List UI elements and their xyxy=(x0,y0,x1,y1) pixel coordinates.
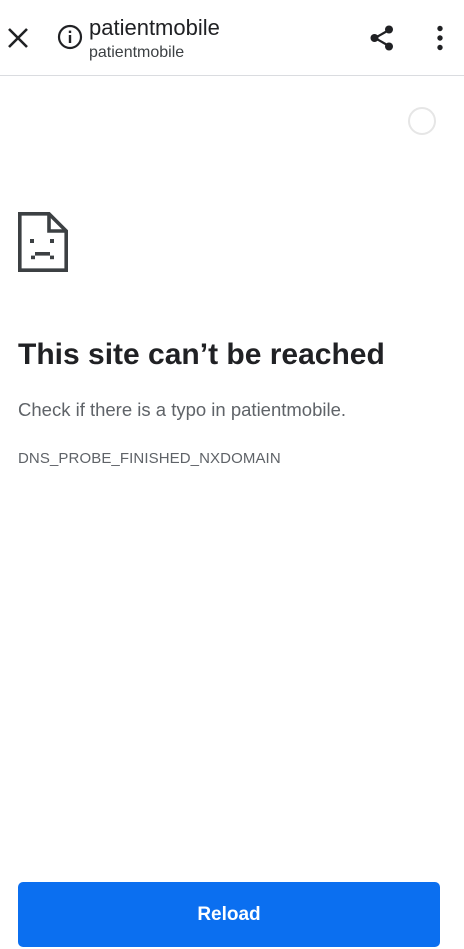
page-url[interactable]: patientmobile xyxy=(89,43,184,63)
info-icon xyxy=(57,24,83,50)
reload-button[interactable]: Reload xyxy=(18,882,440,947)
error-message: Check if there is a typo in patientmobil… xyxy=(18,399,347,420)
custom-tab-toolbar: patientmobile patientmobile xyxy=(0,0,464,76)
close-icon xyxy=(8,28,28,48)
error-code[interactable]: DNS_PROBE_FINISHED_NXDOMAIN xyxy=(18,450,281,468)
share-button[interactable] xyxy=(364,20,400,56)
close-button[interactable] xyxy=(2,14,34,62)
more-options-button[interactable] xyxy=(424,20,456,56)
browser-page: patientmobile patientmobile This site ca… xyxy=(0,0,464,949)
loading-spinner-icon xyxy=(408,107,436,135)
error-heading: This site can’t be reached xyxy=(18,338,385,371)
sad-file-icon xyxy=(18,212,68,272)
share-icon xyxy=(370,25,393,51)
page-title: patientmobile xyxy=(89,15,220,40)
more-vert-icon xyxy=(437,25,443,51)
page-info-button[interactable] xyxy=(55,22,85,52)
